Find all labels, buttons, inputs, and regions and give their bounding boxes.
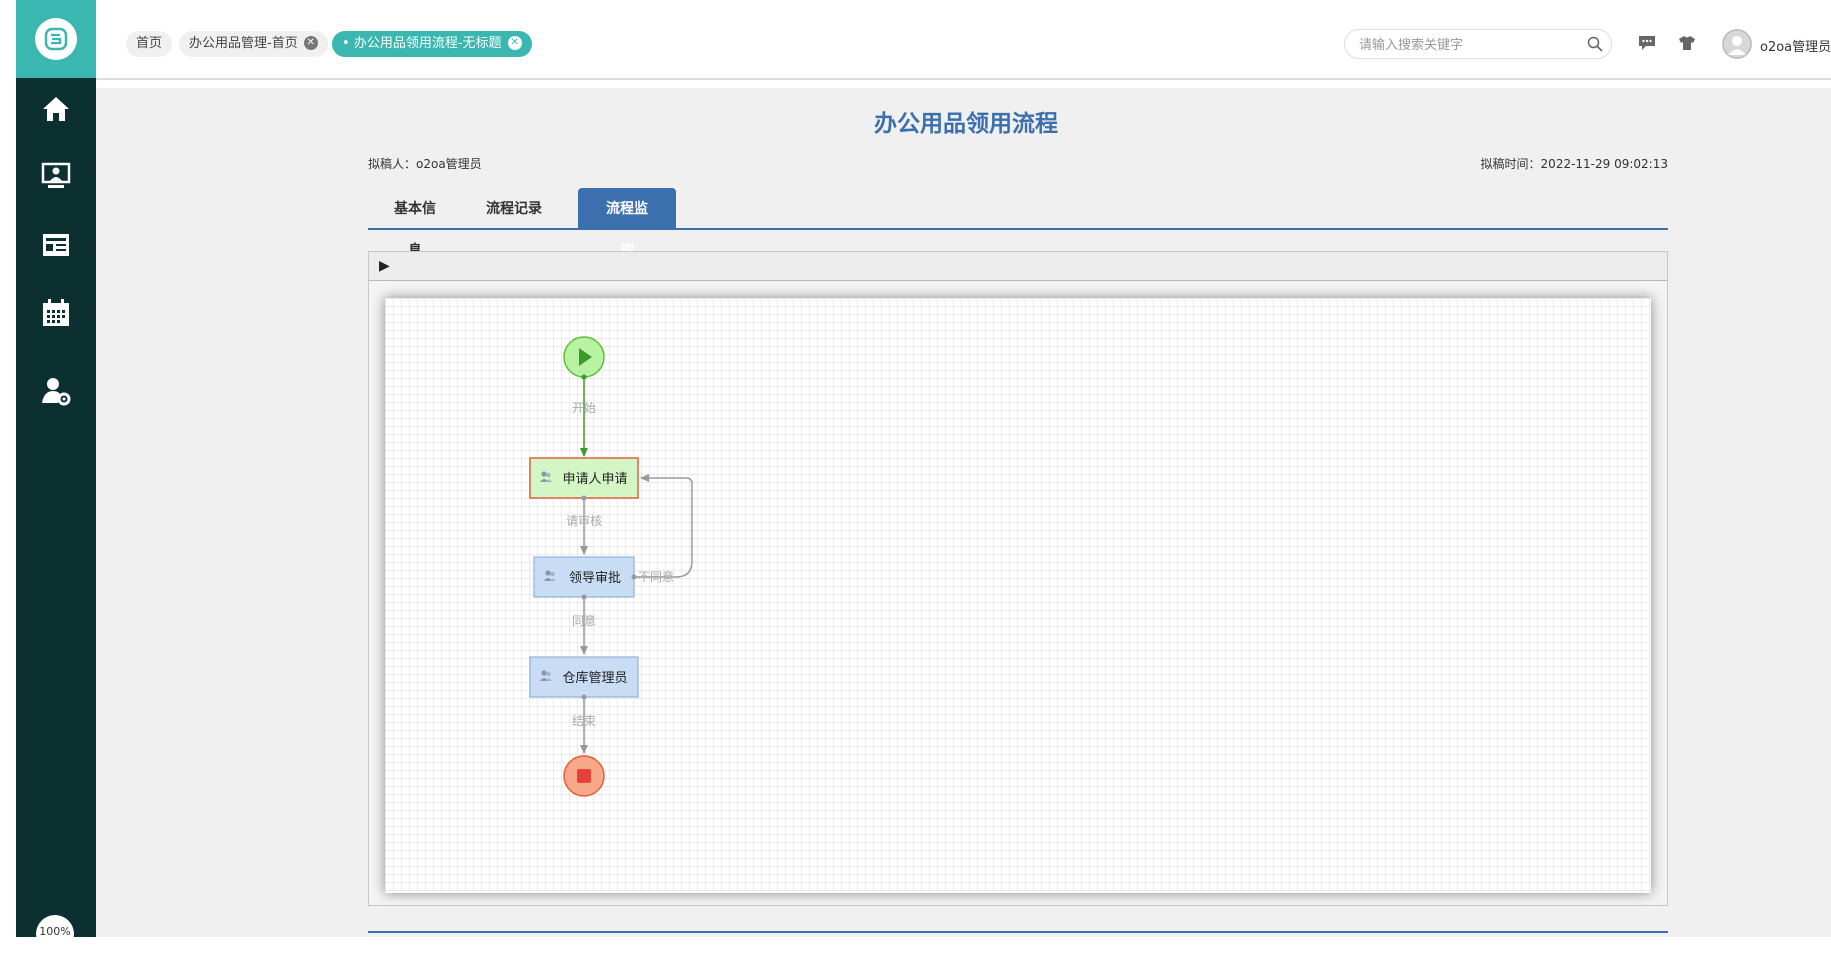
route-label-start: 开始 (572, 401, 596, 415)
route-disagree-dot (631, 574, 637, 580)
avatar[interactable] (1722, 29, 1752, 59)
tab-office-supplies-flow[interactable]: • 办公用品领用流程-无标题 ✕ (332, 31, 532, 57)
close-icon[interactable]: ✕ (507, 35, 522, 50)
route-disagree-line (634, 474, 693, 578)
form-content: 办公用品领用流程 拟稿人：o2oa管理员 拟稿时间：2022-11-29 09:… (96, 88, 1831, 937)
bottom-divider (368, 931, 1668, 933)
monitor-toolbar: ▶ (369, 252, 1667, 281)
search-box (1344, 29, 1612, 59)
close-icon[interactable]: ✕ (303, 35, 318, 50)
draft-time: 拟稿时间：2022-11-29 09:02:13 (1480, 157, 1668, 171)
user-name[interactable]: o2oa管理员 (1760, 36, 1831, 55)
logo-icon (35, 18, 77, 60)
route-agree-dot (581, 594, 587, 600)
route-label-disagree: 不同意 (638, 569, 674, 584)
drafter: 拟稿人：o2oa管理员 (368, 157, 482, 171)
tab-basic-info[interactable]: 基本信息 (368, 188, 462, 259)
node-leader-approval[interactable]: 领导审批 (533, 556, 635, 598)
calendar-icon[interactable] (40, 297, 72, 329)
search-input[interactable] (1357, 35, 1581, 55)
node-applicant-apply[interactable]: 申请人申请 (529, 457, 639, 499)
route-label-end: 结束 (572, 714, 596, 728)
theme-shirt-icon[interactable] (1678, 35, 1696, 55)
logo-area[interactable] (16, 0, 96, 78)
form-tabs: 基本信息 流程记录 流程监控 (368, 188, 1668, 259)
flow-canvas[interactable]: 开始 申请人申请 请审核 领导审批 不同意 同意 仓库管理员 结束 (385, 298, 1651, 893)
play-icon[interactable]: ▶ (379, 258, 390, 274)
tab-label: 首页 (136, 36, 163, 51)
route-review-dot (581, 495, 587, 501)
route-start-dot (581, 374, 587, 380)
flow-monitor-panel: ▶ 开始 申请人申请 请审核 领导审批 不同意 同意 仓库管理员 结束 (368, 251, 1668, 906)
user-settings-icon[interactable] (40, 375, 72, 407)
route-label-agree: 同意 (572, 613, 596, 628)
search-icon[interactable] (1587, 36, 1603, 56)
tab-office-supplies-home[interactable]: 办公用品管理-首页 ✕ (179, 31, 328, 57)
tab-home[interactable]: 首页 (126, 31, 173, 57)
route-end-dot (581, 694, 587, 700)
tab-label: 办公用品领用流程-无标题 (353, 36, 502, 51)
chat-icon[interactable] (1638, 35, 1656, 55)
end-node[interactable] (563, 755, 605, 797)
home-icon[interactable] (40, 93, 72, 125)
monitor-user-icon[interactable] (40, 160, 72, 192)
tab-flow-monitor[interactable]: 流程监控 (578, 188, 676, 259)
route-label-review: 请审核 (566, 513, 602, 528)
top-bar: 首页 办公用品管理-首页 ✕ • 办公用品领用流程-无标题 ✕ 请输入搜索关键字… (96, 0, 1831, 80)
zoom-level[interactable]: 100% (36, 915, 74, 953)
start-node[interactable] (563, 336, 605, 378)
tab-label: 办公用品管理-首页 (189, 36, 298, 51)
node-label-apply: 申请人申请 (562, 472, 627, 487)
active-dot-icon: • (342, 36, 350, 51)
news-icon[interactable] (40, 229, 72, 261)
tab-flow-record[interactable]: 流程记录 (462, 188, 566, 228)
node-label-warehouse: 仓库管理员 (562, 670, 627, 686)
form-title: 办公用品领用流程 (874, 111, 1058, 137)
node-warehouse-manager[interactable]: 仓库管理员 (529, 656, 639, 698)
sidebar: 100% (16, 0, 96, 953)
node-label-leader: 领导审批 (569, 571, 621, 586)
